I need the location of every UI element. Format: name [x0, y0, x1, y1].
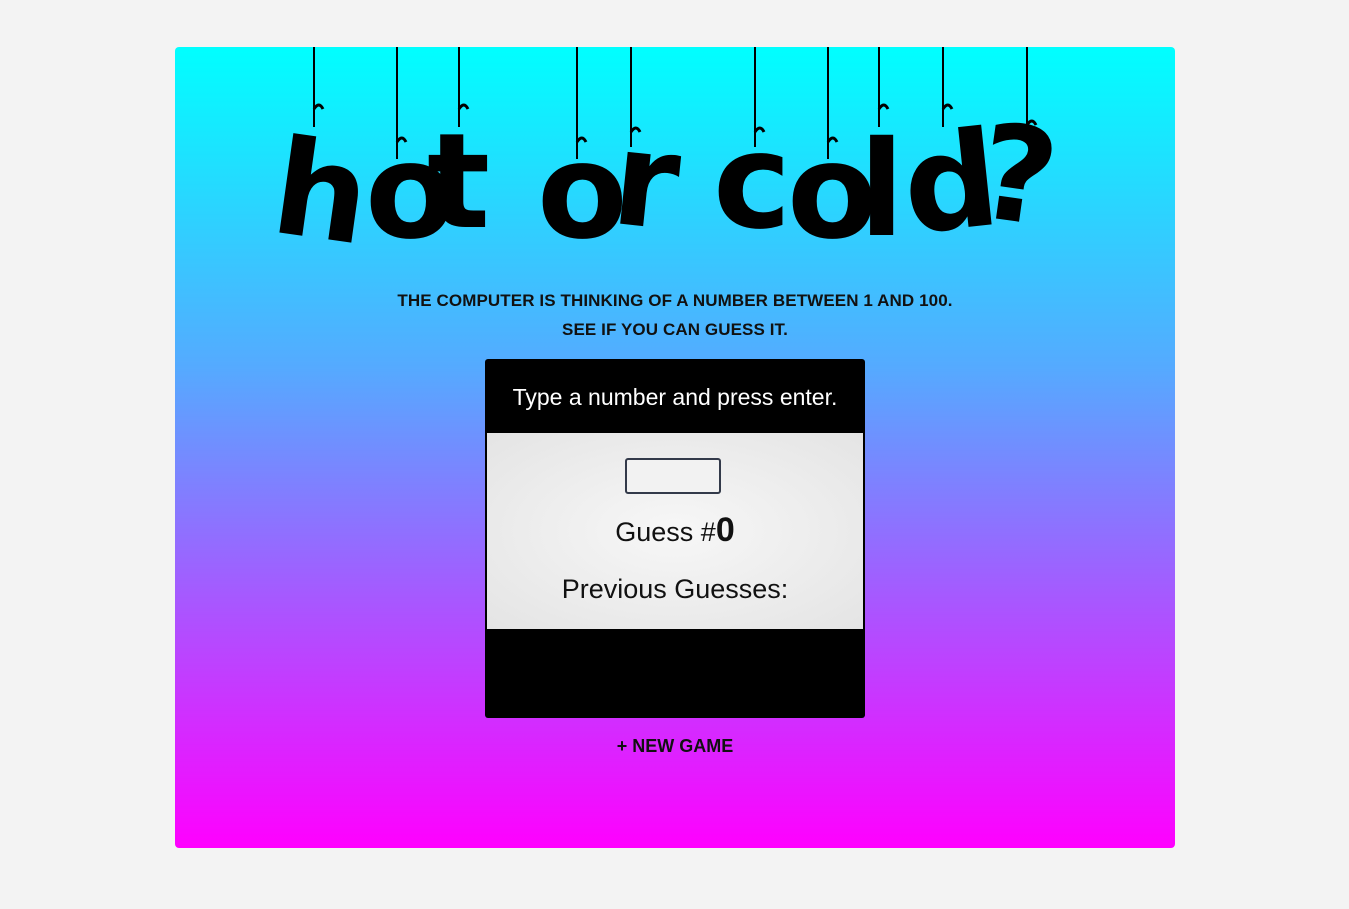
logo-letter: t: [427, 105, 490, 259]
instructions: THE COMPUTER IS THINKING OF A NUMBER BET…: [175, 286, 1175, 344]
logo-letters: h o t o r c o l d ?: [264, 95, 1067, 262]
instructions-line-1: THE COMPUTER IS THINKING OF A NUMBER BET…: [397, 291, 953, 310]
hanging-letters-logo-graphic: h o t o r c o l d ?: [264, 47, 1067, 262]
hot-or-cold-logo: h o t o r c o l d ?: [175, 47, 1175, 262]
game-panel: Type a number and press enter. Guess #0 …: [485, 359, 865, 718]
game-card: h o t o r c o l d ? THE COMPUTER IS THIN…: [175, 47, 1175, 848]
instructions-line-2: SEE IF YOU CAN GUESS IT.: [562, 320, 788, 339]
previous-guesses-list: [485, 629, 865, 718]
guess-counter: Guess #0: [487, 511, 863, 550]
new-game-button[interactable]: + NEW GAME: [175, 736, 1175, 757]
logo-letter: h: [264, 110, 379, 262]
logo-letter: c: [713, 105, 791, 259]
previous-guesses-label: Previous Guesses:: [561, 574, 789, 604]
guess-counter-label: Guess #: [615, 517, 716, 547]
game-prompt: Type a number and press enter.: [512, 384, 838, 410]
guess-form: Guess #0 Previous Guesses:: [487, 433, 863, 629]
guess-input[interactable]: [625, 458, 721, 494]
guess-counter-value: 0: [715, 511, 735, 549]
